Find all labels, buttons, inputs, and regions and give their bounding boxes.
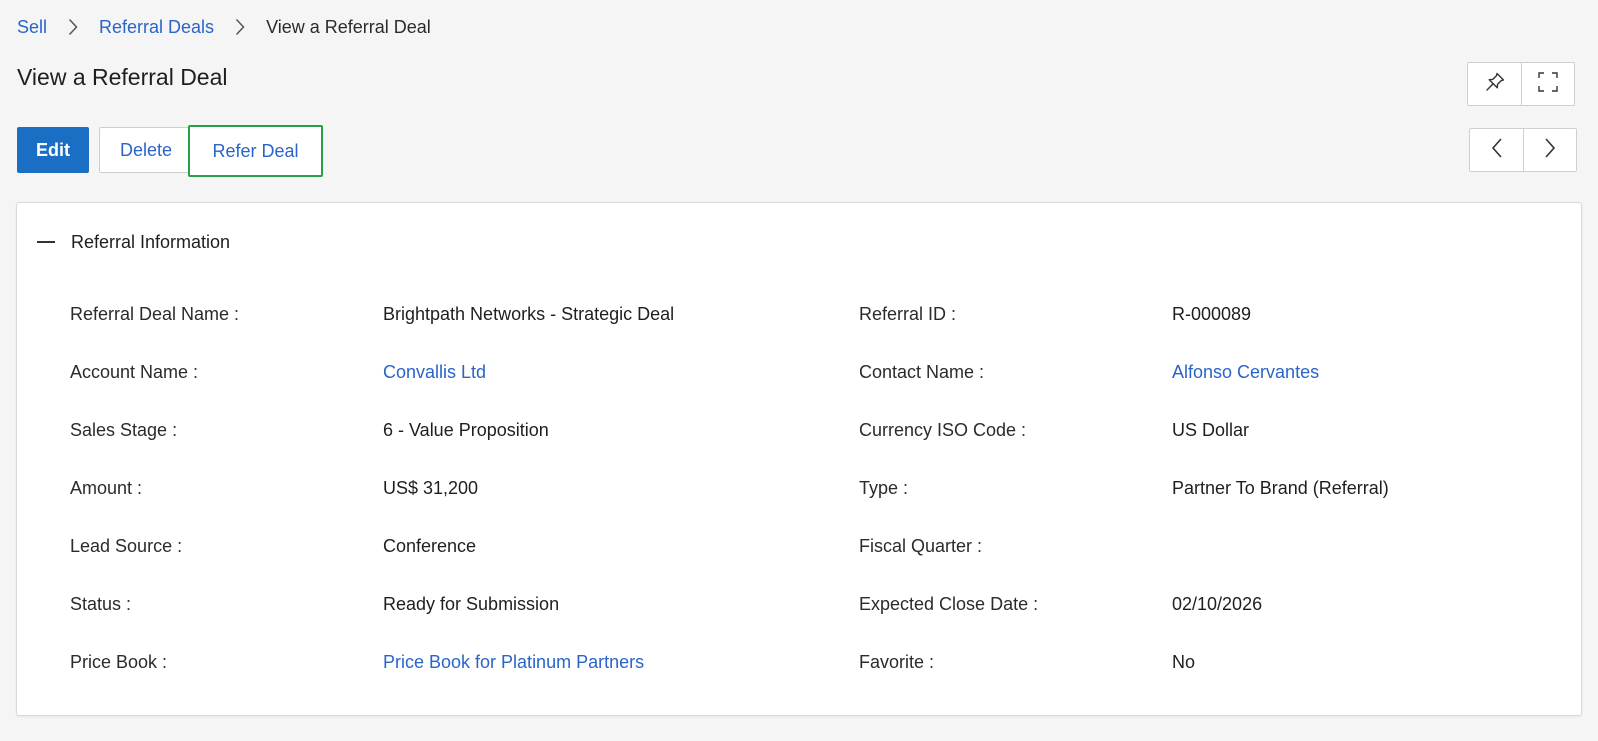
chevron-right-icon	[214, 18, 266, 36]
referral-deal-name-label: Referral Deal Name :	[70, 304, 240, 324]
sales-stage-label: Sales Stage :	[70, 420, 178, 440]
favorite-label: Favorite :	[859, 652, 935, 672]
favorite-value: No	[1172, 652, 1196, 672]
chevron-right-icon	[1544, 137, 1556, 164]
amount-label: Amount :	[70, 478, 143, 498]
refer-deal-button[interactable]: Refer Deal	[188, 125, 323, 177]
lead-source-value: Conference	[383, 536, 477, 556]
contact-name-label: Contact Name :	[859, 362, 985, 382]
referral-deal-name-value: Brightpath Networks - Strategic Deal	[383, 304, 675, 324]
section-title: Referral Information	[71, 231, 231, 252]
breadcrumb: Sell Referral Deals View a Referral Deal	[17, 15, 431, 39]
minus-icon[interactable]	[37, 241, 55, 243]
breadcrumb-current: View a Referral Deal	[266, 16, 431, 37]
referral-id-label: Referral ID :	[859, 304, 957, 324]
chevron-left-icon	[1491, 137, 1503, 164]
contact-name-link[interactable]: Alfonso Cervantes	[1172, 362, 1319, 383]
breadcrumb-sell[interactable]: Sell	[17, 17, 47, 38]
amount-value: US$ 31,200	[383, 478, 479, 498]
page: Sell Referral Deals View a Referral Deal…	[0, 0, 1598, 741]
currency-iso-code-value: US Dollar	[1172, 420, 1250, 440]
view-tools	[1467, 62, 1575, 106]
status-value: Ready for Submission	[383, 594, 560, 614]
account-name-link[interactable]: Convallis Ltd	[383, 362, 486, 383]
referral-information-card: Referral Information Referral Deal Name …	[16, 202, 1582, 716]
previous-record-button[interactable]	[1470, 129, 1523, 171]
section-header[interactable]: Referral Information	[37, 225, 230, 259]
sales-stage-value: 6 - Value Proposition	[383, 420, 549, 440]
expand-icon	[1537, 71, 1559, 98]
pin-button[interactable]	[1468, 63, 1521, 105]
type-value: Partner To Brand (Referral)	[1172, 478, 1389, 498]
fullscreen-button[interactable]	[1521, 63, 1574, 105]
next-record-button[interactable]	[1523, 129, 1576, 171]
record-navigation	[1469, 128, 1577, 172]
expected-close-date-label: Expected Close Date :	[859, 594, 1039, 614]
breadcrumb-referral-deals[interactable]: Referral Deals	[99, 17, 214, 38]
currency-iso-code-label: Currency ISO Code :	[859, 420, 1027, 440]
pin-icon	[1484, 71, 1506, 98]
delete-button[interactable]: Delete	[99, 127, 192, 173]
edit-button[interactable]: Edit	[17, 127, 89, 173]
lead-source-label: Lead Source :	[70, 536, 183, 556]
expected-close-date-value: 02/10/2026	[1172, 594, 1263, 614]
type-label: Type :	[859, 478, 909, 498]
referral-id-value: R-000089	[1172, 304, 1252, 324]
price-book-label: Price Book :	[70, 652, 168, 672]
page-title: View a Referral Deal	[17, 64, 228, 90]
account-name-label: Account Name :	[70, 362, 199, 382]
price-book-link[interactable]: Price Book for Platinum Partners	[383, 652, 644, 673]
status-label: Status :	[70, 594, 132, 614]
fiscal-quarter-label: Fiscal Quarter :	[859, 536, 983, 556]
chevron-right-icon	[47, 18, 99, 36]
